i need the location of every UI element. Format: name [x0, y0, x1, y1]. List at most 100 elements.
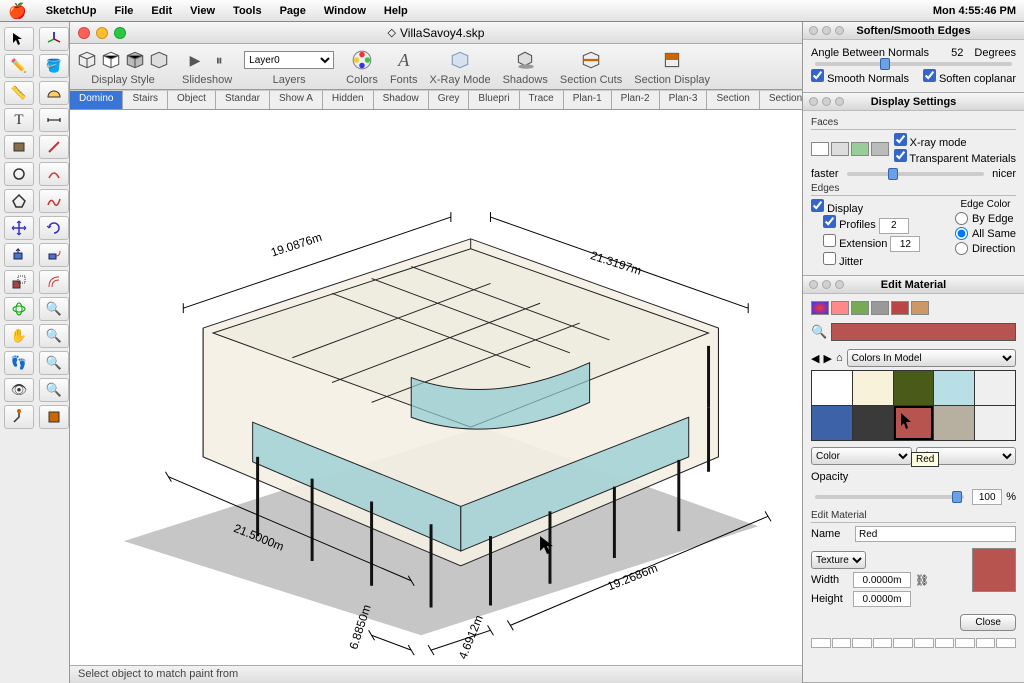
home-icon[interactable]: ⌂ [836, 352, 843, 364]
scale-tool[interactable] [4, 270, 34, 294]
palette-swatch[interactable] [975, 371, 1015, 405]
face-style-icons[interactable] [811, 142, 889, 156]
transparency-quality-slider[interactable] [847, 172, 985, 176]
edges-display-checkbox[interactable]: Display [811, 203, 863, 215]
section-tool[interactable] [39, 405, 69, 429]
scene-tab[interactable]: Plan-2 [612, 90, 660, 109]
mini-swatch[interactable] [935, 638, 955, 648]
select-tool[interactable] [4, 27, 34, 51]
clock[interactable]: Mon 4:55:46 PM [933, 5, 1016, 17]
zoom-window-tool[interactable]: 🔍 [39, 351, 69, 375]
palette-swatch[interactable] [853, 371, 893, 405]
shaded-style-icon[interactable] [124, 49, 146, 71]
mini-swatch[interactable] [955, 638, 975, 648]
palette-swatch[interactable] [894, 371, 934, 405]
by-edge-radio[interactable]: By Edge [955, 212, 1016, 225]
rotate-tool[interactable] [39, 216, 69, 240]
scene-tab[interactable]: Show A [270, 90, 323, 109]
dimension-tool[interactable] [39, 108, 69, 132]
current-material-swatch[interactable] [831, 323, 1016, 341]
nav-fwd-icon[interactable]: ▶ [823, 352, 831, 365]
palette-swatch[interactable] [934, 371, 974, 405]
material-name-input[interactable] [855, 526, 1016, 542]
nav-back-icon[interactable]: ◀ [811, 352, 819, 365]
mini-swatch[interactable] [914, 638, 934, 648]
minimize-window-icon[interactable] [96, 27, 108, 39]
transparent-materials-checkbox[interactable]: Transparent Materials [894, 149, 1016, 165]
eraser-tool[interactable]: ✏️ [4, 54, 34, 78]
mini-swatch[interactable] [832, 638, 852, 648]
pause-icon[interactable]: ⏸ [208, 49, 230, 71]
mini-swatch[interactable] [852, 638, 872, 648]
profiles-value[interactable] [879, 218, 909, 234]
close-window-icon[interactable] [78, 27, 90, 39]
menu-page[interactable]: Page [271, 5, 315, 17]
mini-swatch[interactable] [811, 638, 831, 648]
soften-coplanar-checkbox[interactable]: Soften coplanar [923, 69, 1016, 85]
library-select[interactable]: Colors In Model [847, 349, 1016, 367]
colors-button[interactable]: Colors [346, 47, 378, 86]
xray-button[interactable]: X-Ray Mode [429, 47, 490, 86]
menu-view[interactable]: View [181, 5, 224, 17]
zoom-extents-tool[interactable]: 🔍 [39, 297, 69, 321]
pushpull-tool[interactable] [4, 243, 34, 267]
tape-measure-tool[interactable]: 📏 [4, 81, 34, 105]
text-tool[interactable]: T [4, 108, 34, 132]
palette-swatch[interactable] [934, 406, 974, 440]
opacity-slider[interactable] [815, 495, 964, 499]
texture-select[interactable]: Texture [811, 551, 866, 569]
direction-radio[interactable]: Direction [955, 242, 1016, 255]
look-around-tool[interactable]: 👁 [4, 378, 34, 402]
shadows-button[interactable]: Shadows [503, 47, 548, 86]
walk-tool[interactable]: 👣 [4, 351, 34, 375]
mini-swatch[interactable] [873, 638, 893, 648]
menu-tools[interactable]: Tools [224, 5, 271, 17]
offset-tool[interactable] [39, 270, 69, 294]
scene-tab[interactable]: Grey [429, 90, 470, 109]
palette-swatch[interactable] [812, 371, 852, 405]
arc-tool[interactable] [39, 162, 69, 186]
texture-height[interactable] [853, 591, 911, 607]
color-picker-select[interactable]: Color [811, 447, 912, 465]
close-button[interactable]: Close [960, 614, 1016, 631]
scene-tab[interactable]: Section [707, 90, 759, 109]
titlebar[interactable]: ◇VillaSavoy4.skp [70, 22, 802, 44]
freehand-tool[interactable] [39, 189, 69, 213]
layer-select[interactable]: Layer0 [244, 51, 334, 69]
circle-tool[interactable] [4, 162, 34, 186]
scene-tab[interactable]: Plan-3 [660, 90, 708, 109]
line-tool[interactable] [39, 135, 69, 159]
material-tool-icons[interactable] [811, 301, 1016, 315]
mini-swatch[interactable] [893, 638, 913, 648]
mini-swatch[interactable] [996, 638, 1016, 648]
app-menu[interactable]: SketchUp [37, 5, 106, 17]
menu-file[interactable]: File [105, 5, 142, 17]
scene-tab[interactable]: Trace [520, 90, 564, 109]
paint-bucket-tool[interactable]: 🪣 [39, 54, 69, 78]
polygon-tool[interactable] [4, 189, 34, 213]
extension-value[interactable] [890, 236, 920, 252]
menu-help[interactable]: Help [375, 5, 417, 17]
apple-menu-icon[interactable]: 🍎 [8, 2, 27, 20]
scene-tab[interactable]: Section [760, 90, 802, 109]
play-icon[interactable]: ▶ [184, 49, 206, 71]
scene-tab[interactable]: Stairs [123, 90, 168, 109]
scene-tab[interactable]: Hidden [323, 90, 374, 109]
extension-checkbox[interactable]: Extension [823, 238, 887, 250]
scene-tab[interactable]: Bluepri [469, 90, 519, 109]
zoom-tool[interactable]: 🔍 [39, 324, 69, 348]
hidden-line-style-icon[interactable] [100, 49, 122, 71]
menu-window[interactable]: Window [315, 5, 375, 17]
move-tool[interactable] [4, 216, 34, 240]
palette-swatch[interactable] [975, 406, 1015, 440]
jitter-checkbox[interactable]: Jitter [823, 256, 863, 268]
followme-tool[interactable] [39, 243, 69, 267]
position-camera-tool[interactable] [4, 405, 34, 429]
scene-tab[interactable]: Domino [70, 90, 123, 109]
viewport-3d[interactable]: 19.0876m 21.3197m 21.5000m 6.8850m 4.691… [70, 110, 802, 665]
pan-tool[interactable]: ✋ [4, 324, 34, 348]
profiles-checkbox[interactable]: Profiles [823, 219, 876, 231]
protractor-tool[interactable] [39, 81, 69, 105]
textured-style-icon[interactable] [148, 49, 170, 71]
axes-tool[interactable] [39, 27, 69, 51]
